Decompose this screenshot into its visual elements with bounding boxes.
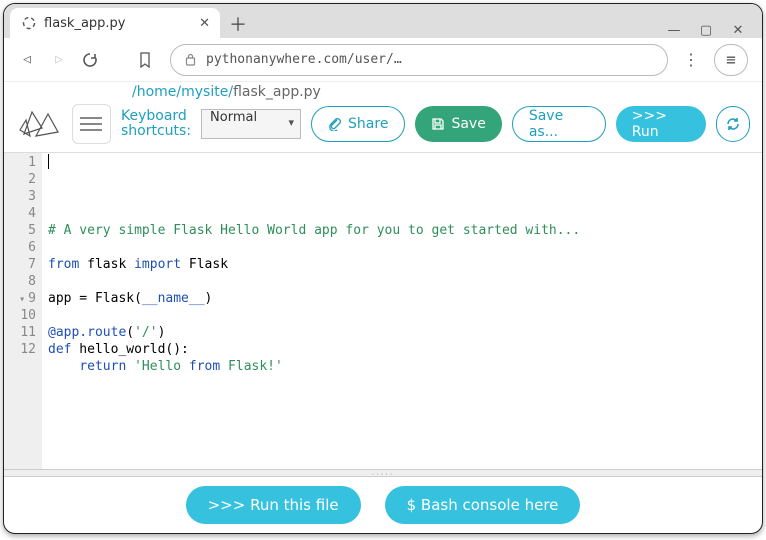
code-line: # A very simple Flask Hello World app fo… [48, 222, 762, 239]
reload-button[interactable] [82, 52, 100, 68]
panel-splitter[interactable]: ····· [4, 469, 762, 477]
browser-tabbar: flask_app.py ✕ ＋ — ▢ ✕ [4, 4, 762, 38]
lock-icon [185, 53, 196, 66]
tab-title: flask_app.py [44, 16, 126, 31]
share-label: Share [348, 116, 388, 132]
code-line [48, 273, 762, 290]
run-this-file-label: >>> Run this file [208, 496, 339, 514]
menu-button[interactable] [72, 104, 111, 144]
breadcrumb: /home/mysite/flask_app.py [4, 82, 762, 102]
code-line: app = Flask(__name__) [48, 290, 762, 307]
line-number: 6 [4, 239, 36, 256]
editor-mode-value: Normal [210, 110, 257, 125]
kbd-line1: Keyboard [121, 109, 191, 124]
browser-menu-icon[interactable]: ≡ [714, 44, 748, 76]
code-line: @app.route('/') [48, 324, 762, 341]
bottom-action-bar: >>> Run this file $ Bash console here [4, 477, 762, 533]
new-tab-button[interactable]: ＋ [224, 10, 252, 38]
line-number: 8 [4, 273, 36, 290]
forward-button[interactable]: ▷ [50, 52, 68, 67]
line-number: 4 [4, 205, 36, 222]
code-line: from flask import Flask [48, 256, 762, 273]
window-minimize-icon[interactable]: — [666, 23, 682, 38]
line-number: 1 [4, 154, 36, 171]
tab-close-icon[interactable]: ✕ [199, 16, 210, 31]
breadcrumb-mysite[interactable]: mysite/ [181, 84, 233, 100]
line-number: 9 [4, 290, 36, 307]
save-as-label: Save as... [529, 108, 589, 140]
code-line [48, 239, 762, 256]
code-line: return 'Hello from Flask!' [48, 358, 762, 375]
breadcrumb-current: flask_app.py [233, 84, 321, 100]
run-button[interactable]: >>> Run [616, 106, 707, 142]
refresh-icon [725, 116, 741, 132]
browser-toolbar: ◁ ▷ pythonanywhere.com/user/… ⋮ ≡ [4, 38, 762, 82]
editor-mode-select[interactable]: Normal [201, 109, 301, 139]
line-number: 12 [4, 341, 36, 358]
editor-toolbar: Keyboard shortcuts: Normal Share Save Sa… [4, 102, 762, 152]
window-controls: — ▢ ✕ [666, 23, 756, 38]
line-gutter: 123456789101112 [4, 153, 42, 469]
save-label: Save [451, 116, 485, 132]
address-bar[interactable]: pythonanywhere.com/user/… [170, 44, 668, 76]
code-line [48, 392, 762, 409]
text-cursor [48, 154, 49, 169]
back-button[interactable]: ◁ [18, 52, 36, 67]
bash-console-button[interactable]: $ Bash console here [385, 486, 581, 524]
window-maximize-icon[interactable]: ▢ [698, 23, 714, 38]
code-line [48, 307, 762, 324]
save-button[interactable]: Save [415, 106, 501, 142]
keyboard-shortcuts-label[interactable]: Keyboard shortcuts: [121, 109, 191, 140]
run-label: >>> Run [632, 108, 691, 140]
code-line: def hello_world(): [48, 341, 762, 358]
bash-console-label: $ Bash console here [407, 496, 559, 514]
line-number: 5 [4, 222, 36, 239]
line-number: 11 [4, 324, 36, 341]
code-area[interactable]: # A very simple Flask Hello World app fo… [42, 153, 762, 469]
share-button[interactable]: Share [311, 106, 405, 142]
line-number: 10 [4, 307, 36, 324]
code-line [48, 375, 762, 392]
site-logo-icon[interactable] [18, 104, 62, 144]
page-actions-icon[interactable]: ⋮ [682, 50, 700, 69]
window-close-icon[interactable]: ✕ [730, 23, 746, 38]
line-number: 7 [4, 256, 36, 273]
save-icon [431, 117, 445, 131]
browser-tab[interactable]: flask_app.py ✕ [10, 8, 220, 38]
page-content: /home/mysite/flask_app.py Keyboard short… [4, 82, 762, 533]
save-as-button[interactable]: Save as... [512, 106, 606, 142]
tab-favicon-icon [22, 16, 36, 30]
line-number: 3 [4, 188, 36, 205]
paperclip-icon [328, 117, 342, 131]
url-text: pythonanywhere.com/user/… [206, 52, 402, 67]
line-number: 2 [4, 171, 36, 188]
run-this-file-button[interactable]: >>> Run this file [186, 486, 361, 524]
bookmark-icon[interactable] [138, 52, 156, 68]
app-window: flask_app.py ✕ ＋ — ▢ ✕ ◁ ▷ pythonanywher… [3, 3, 763, 534]
breadcrumb-home[interactable]: /home/ [132, 84, 181, 100]
reload-editor-button[interactable] [716, 106, 750, 142]
kbd-line2: shortcuts: [121, 124, 191, 139]
code-editor[interactable]: 123456789101112 # A very simple Flask He… [4, 152, 762, 469]
code-line [48, 205, 762, 222]
